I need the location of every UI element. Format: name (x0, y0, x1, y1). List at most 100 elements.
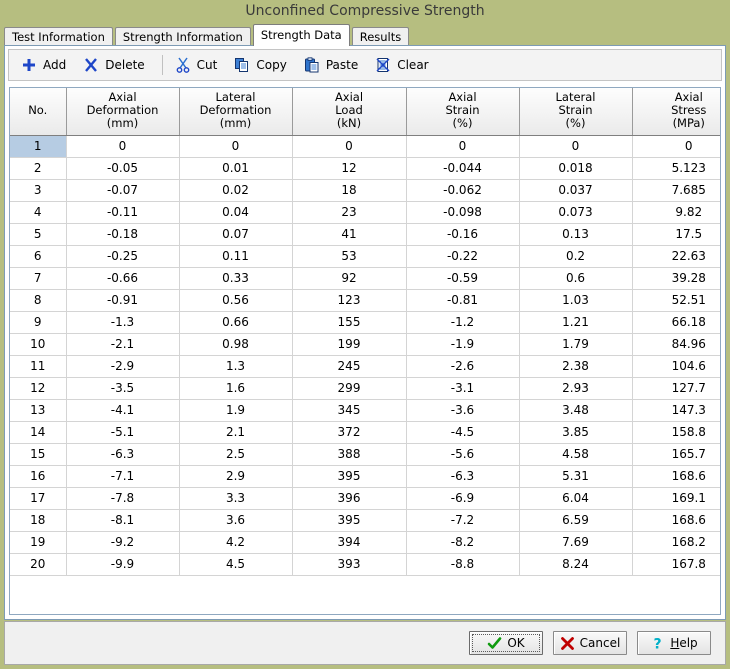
cell-axial-strain[interactable]: -0.59 (406, 267, 520, 290)
cell-axial-load[interactable]: 123 (292, 289, 407, 312)
cell-axial-strain[interactable]: -0.098 (406, 201, 520, 224)
table-row[interactable]: 11 -2.9 1.3 245 -2.6 2.38 104.6 (10, 355, 720, 378)
cell-lateral-strain[interactable]: 0.6 (519, 267, 633, 290)
cell-lateral-deformation[interactable]: 0.01 (179, 157, 293, 180)
cell-axial-stress[interactable]: 5.123 (632, 157, 720, 180)
cell-axial-load[interactable]: 92 (292, 267, 407, 290)
cell-axial-deformation[interactable]: 0 (66, 135, 180, 158)
cell-axial-deformation[interactable]: -0.91 (66, 289, 180, 312)
cell-lateral-strain[interactable]: 5.31 (519, 465, 633, 488)
cell-lateral-deformation[interactable]: 1.6 (179, 377, 293, 400)
cell-axial-load[interactable]: 41 (292, 223, 407, 246)
cell-axial-strain[interactable]: -0.062 (406, 179, 520, 202)
cell-lateral-strain[interactable]: 8.24 (519, 553, 633, 576)
cell-lateral-strain[interactable]: 4.58 (519, 443, 633, 466)
paste-button[interactable]: Paste (300, 53, 367, 77)
row-number-cell[interactable]: 4 (10, 201, 67, 224)
table-row[interactable]: 17 -7.8 3.3 396 -6.9 6.04 169.1 (10, 487, 720, 510)
cell-axial-load[interactable]: 12 (292, 157, 407, 180)
cell-lateral-deformation[interactable]: 2.9 (179, 465, 293, 488)
table-row[interactable]: 10 -2.1 0.98 199 -1.9 1.79 84.96 (10, 333, 720, 356)
tab-test-information[interactable]: Test Information (4, 27, 113, 46)
cell-lateral-strain[interactable]: 0.037 (519, 179, 633, 202)
cell-lateral-deformation[interactable]: 0.04 (179, 201, 293, 224)
cell-axial-deformation[interactable]: -0.66 (66, 267, 180, 290)
cell-axial-stress[interactable]: 52.51 (632, 289, 720, 312)
cell-axial-strain[interactable]: -0.81 (406, 289, 520, 312)
help-button[interactable]: ? Help (637, 631, 711, 655)
row-number-cell[interactable]: 8 (10, 289, 67, 312)
cell-lateral-strain[interactable]: 2.93 (519, 377, 633, 400)
row-number-cell[interactable]: 10 (10, 333, 67, 356)
cell-axial-deformation[interactable]: -9.2 (66, 531, 180, 554)
cell-axial-deformation[interactable]: -0.05 (66, 157, 180, 180)
cell-axial-stress[interactable]: 158.8 (632, 421, 720, 444)
column-header-axial-strain[interactable]: Axial Strain (%) (406, 88, 520, 136)
cell-axial-deformation[interactable]: -0.18 (66, 223, 180, 246)
row-number-cell[interactable]: 9 (10, 311, 67, 334)
cell-lateral-deformation[interactable]: 4.5 (179, 553, 293, 576)
row-number-cell[interactable]: 5 (10, 223, 67, 246)
column-header-axial-stress[interactable]: Axial Stress (MPa) (632, 88, 720, 136)
cell-lateral-deformation[interactable]: 0.07 (179, 223, 293, 246)
cell-axial-deformation[interactable]: -0.07 (66, 179, 180, 202)
table-row[interactable]: 3 -0.07 0.02 18 -0.062 0.037 7.685 (10, 179, 720, 202)
cell-axial-load[interactable]: 155 (292, 311, 407, 334)
cell-lateral-strain[interactable]: 1.03 (519, 289, 633, 312)
table-row[interactable]: 2 -0.05 0.01 12 -0.044 0.018 5.123 (10, 157, 720, 180)
row-number-cell[interactable]: 20 (10, 553, 67, 576)
cell-lateral-deformation[interactable]: 2.1 (179, 421, 293, 444)
cell-lateral-deformation[interactable]: 0 (179, 135, 293, 158)
column-header-axial-load[interactable]: Axial Load (kN) (292, 88, 407, 136)
cell-axial-strain[interactable]: -3.6 (406, 399, 520, 422)
cell-axial-strain[interactable]: -0.044 (406, 157, 520, 180)
cell-axial-load[interactable]: 345 (292, 399, 407, 422)
cell-axial-load[interactable]: 395 (292, 509, 407, 532)
cell-lateral-deformation[interactable]: 0.56 (179, 289, 293, 312)
cell-axial-strain[interactable]: -8.8 (406, 553, 520, 576)
copy-button[interactable]: Copy (230, 53, 295, 77)
cell-axial-stress[interactable]: 104.6 (632, 355, 720, 378)
cell-lateral-deformation[interactable]: 0.02 (179, 179, 293, 202)
cell-lateral-strain[interactable]: 0.2 (519, 245, 633, 268)
cell-axial-deformation[interactable]: -5.1 (66, 421, 180, 444)
table-row[interactable]: 1000000 (10, 135, 720, 158)
table-row[interactable]: 9 -1.3 0.66 155 -1.2 1.21 66.18 (10, 311, 720, 334)
cell-lateral-strain[interactable]: 7.69 (519, 531, 633, 554)
table-row[interactable]: 15 -6.3 2.5 388 -5.6 4.58 165.7 (10, 443, 720, 466)
table-row[interactable]: 20 -9.9 4.5 393 -8.8 8.24 167.8 (10, 553, 720, 576)
strength-data-grid[interactable]: No. Axial Deformation (mm) Lateral Defor… (9, 87, 721, 615)
cell-lateral-strain[interactable]: 3.48 (519, 399, 633, 422)
cell-axial-stress[interactable]: 39.28 (632, 267, 720, 290)
cell-axial-load[interactable]: 394 (292, 531, 407, 554)
cell-axial-deformation[interactable]: -2.1 (66, 333, 180, 356)
row-number-cell[interactable]: 7 (10, 267, 67, 290)
row-number-cell[interactable]: 18 (10, 509, 67, 532)
cell-axial-load[interactable]: 393 (292, 553, 407, 576)
cell-axial-deformation[interactable]: -1.3 (66, 311, 180, 334)
row-number-cell[interactable]: 3 (10, 179, 67, 202)
cell-lateral-deformation[interactable]: 4.2 (179, 531, 293, 554)
cell-lateral-deformation[interactable]: 1.9 (179, 399, 293, 422)
column-header-lateral-deformation[interactable]: Lateral Deformation (mm) (179, 88, 293, 136)
cell-lateral-strain[interactable]: 0 (519, 135, 633, 158)
cell-lateral-strain[interactable]: 6.04 (519, 487, 633, 510)
cell-lateral-strain[interactable]: 2.38 (519, 355, 633, 378)
table-row[interactable]: 12 -3.5 1.6 299 -3.1 2.93 127.7 (10, 377, 720, 400)
table-row[interactable]: 4 -0.11 0.04 23 -0.098 0.073 9.82 (10, 201, 720, 224)
cell-lateral-strain[interactable]: 3.85 (519, 421, 633, 444)
cell-axial-load[interactable]: 199 (292, 333, 407, 356)
cell-axial-strain[interactable]: -0.22 (406, 245, 520, 268)
cell-axial-load[interactable]: 245 (292, 355, 407, 378)
cell-lateral-strain[interactable]: 0.018 (519, 157, 633, 180)
cell-axial-stress[interactable]: 127.7 (632, 377, 720, 400)
table-row[interactable]: 16 -7.1 2.9 395 -6.3 5.31 168.6 (10, 465, 720, 488)
cell-axial-strain[interactable]: -6.3 (406, 465, 520, 488)
cell-lateral-deformation[interactable]: 0.33 (179, 267, 293, 290)
cell-axial-stress[interactable]: 9.82 (632, 201, 720, 224)
delete-button[interactable]: Delete (79, 53, 153, 77)
table-row[interactable]: 5 -0.18 0.07 41 -0.16 0.13 17.5 (10, 223, 720, 246)
cell-axial-load[interactable]: 372 (292, 421, 407, 444)
cell-axial-strain[interactable]: -5.6 (406, 443, 520, 466)
column-header-no[interactable]: No. (10, 88, 67, 136)
